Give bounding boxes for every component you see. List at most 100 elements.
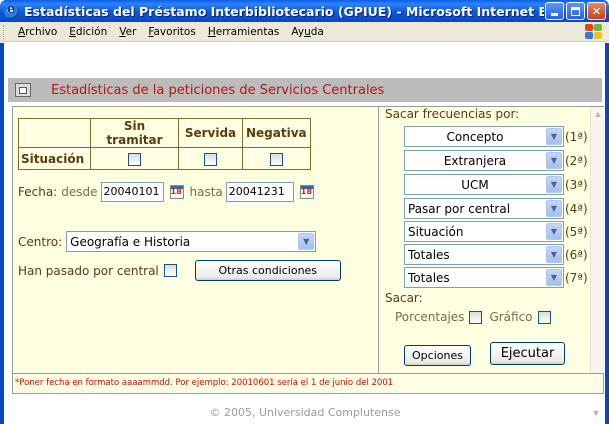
frecuencia-row-2: Extranjera ▼ (2ª) [404,150,588,171]
menu-ayuda-prefix: Ay [291,25,305,38]
fecha-row: Fecha: desde 20040101 18 hasta 20041231 … [18,182,320,202]
maximize-icon [571,6,580,16]
minimize-button[interactable] [545,2,564,20]
frecuencia-select-1-value: Concepto [446,129,504,144]
porcentajes-label: Porcentajes [395,310,465,324]
servida-checkbox[interactable] [204,152,217,166]
page-header: Estadísticas de la peticiones de Servici… [8,78,602,102]
frecuencia-index-4: (4ª) [565,201,588,216]
menu-edicion[interactable]: Edición [63,26,113,38]
menu-ver[interactable]: Ver [113,26,142,38]
chevron-down-icon[interactable]: ▼ [546,176,562,193]
opciones-button[interactable]: Opciones [404,345,471,366]
menu-ayuda-label: da [310,25,324,38]
frecuencia-select-3-value: UCM [461,177,489,192]
status-table: Sin tramitar Servida Negativa Situación [18,118,311,170]
menu-herramientas-mnemonic: H [207,25,216,38]
calendar-hasta-icon[interactable]: 18 [298,183,316,201]
sacar-title: Sacar: [385,291,423,305]
grafico-checkbox[interactable] [537,310,551,324]
status-cell-servida [178,147,243,170]
copyright-text: © 2005, Universidad Complutense [209,406,401,419]
frecuencias-title: Sacar frecuencias por: [385,107,520,121]
frecuencia-select-3[interactable]: UCM ▼ [404,174,564,195]
fecha-desde-input[interactable]: 20040101 [100,182,164,202]
frecuencia-row-6: Totales ▼ (6ª) [404,244,588,265]
frecuencia-select-7-value: Totales [408,270,450,285]
centro-select-value: Geografía e Historia [70,234,191,249]
frecuencia-index-3: (3ª) [565,177,588,192]
chevron-down-icon[interactable]: ▼ [546,246,562,263]
centro-select[interactable]: Geografía e Historia ▼ [66,231,317,252]
chevron-down-icon[interactable]: ▼ [546,200,562,217]
scroll-down-icon[interactable]: ▼ [589,408,603,422]
internet-explorer-icon [4,2,19,19]
frecuencia-select-6[interactable]: Totales ▼ [404,244,564,265]
otras-condiciones-button[interactable]: Otras condiciones [194,260,341,281]
sacar-options-row: Porcentajes Gráfico [395,310,551,324]
chevron-down-icon[interactable]: ▼ [546,128,562,145]
frecuencia-row-7: Totales ▼ (7ª) [404,267,588,288]
fecha-hasta-input[interactable]: 20041231 [225,182,294,202]
status-header-row: Sin tramitar Servida Negativa [18,118,311,148]
frecuencia-select-5[interactable]: Situación ▼ [404,221,564,242]
maximize-button[interactable] [566,2,585,20]
chevron-down-icon[interactable]: ▼ [546,223,562,240]
menu-ayuda-mnemonic: u [304,25,311,38]
frecuencia-row-4: Pasar por central ▼ (4ª) [404,198,588,219]
negativa-checkbox[interactable] [269,152,283,166]
menu-favoritos[interactable]: Favoritos [142,26,201,38]
scroll-up-icon[interactable]: ▲ [591,107,605,121]
ejecutar-button[interactable]: Ejecutar [490,342,565,365]
chevron-down-icon[interactable]: ▼ [298,233,315,250]
chevron-down-icon[interactable]: ▼ [546,269,562,286]
frecuencia-select-2[interactable]: Extranjera ▼ [404,150,564,171]
menu-bar: Archivo Edición Ver Favoritos Herramient… [0,22,609,42]
porcentajes-checkbox[interactable] [469,310,483,324]
frecuencia-index-6: (6ª) [565,247,588,262]
menu-edicion-label: dición [75,25,108,38]
date-format-note: *Poner fecha en formato aaaammdd. Por ej… [12,374,604,394]
left-pane: Sin tramitar Servida Negativa Situación … [13,107,379,373]
chevron-down-icon[interactable]: ▼ [546,152,562,169]
desde-label: desde [61,185,98,199]
close-button[interactable]: ✕ [587,2,606,20]
sin-tramitar-checkbox[interactable] [128,152,141,166]
pasado-central-checkbox[interactable] [163,264,177,277]
frecuencia-select-1[interactable]: Concepto ▼ [404,126,564,147]
grafico-label: Gráfico [489,310,533,324]
calendar-hasta-number: 18 [300,187,312,196]
frecuencia-index-2: (2ª) [565,153,588,168]
frecuencia-index-7: (7ª) [565,270,588,285]
page-title: Estadísticas de la peticiones de Servici… [51,82,385,98]
window-title-bar[interactable]: Estadísticas del Préstamo Interbibliotec… [0,0,609,22]
menu-favoritos-label: avoritos [153,25,196,38]
pasado-label: Han pasado por central [18,263,159,278]
frecuencia-select-2-value: Extranjera [443,153,507,168]
frecuencia-index-5: (5ª) [565,224,588,239]
frecuencia-select-7[interactable]: Totales ▼ [404,267,564,288]
fecha-label: Fecha: [18,185,58,199]
status-header-blank [18,118,91,148]
frecuencia-row-5: Situación ▼ (5ª) [404,221,588,242]
statistics-form: Sin tramitar Servida Negativa Situación … [12,106,604,374]
menu-herramientas-label: erramientas [215,25,280,38]
windows-logo-icon [585,24,603,40]
menu-ver-label: er [125,25,137,38]
frecuencia-select-4-value: Pasar por central [408,201,511,216]
minimize-icon [551,12,558,16]
window-title: Estadísticas del Préstamo Interbibliotec… [24,3,544,19]
status-col-negativa: Negativa [242,118,311,148]
menu-grip[interactable] [3,24,6,39]
calendar-desde-icon[interactable]: 18 [168,183,186,201]
menu-archivo[interactable]: Archivo [12,26,63,38]
status-col-sin-tramitar: Sin tramitar [90,118,179,148]
back-icon[interactable] [15,83,31,97]
menu-ayuda[interactable]: Ayuda [285,26,329,38]
frecuencia-select-4[interactable]: Pasar por central ▼ [404,198,564,219]
close-icon: ✕ [591,5,602,18]
vertical-scrollbar[interactable]: ▲ [590,107,604,373]
frecuencia-select-5-value: Situación [408,224,464,239]
menu-herramientas[interactable]: Herramientas [202,26,286,38]
pasado-row: Han pasado por central Otras condiciones [18,260,341,281]
